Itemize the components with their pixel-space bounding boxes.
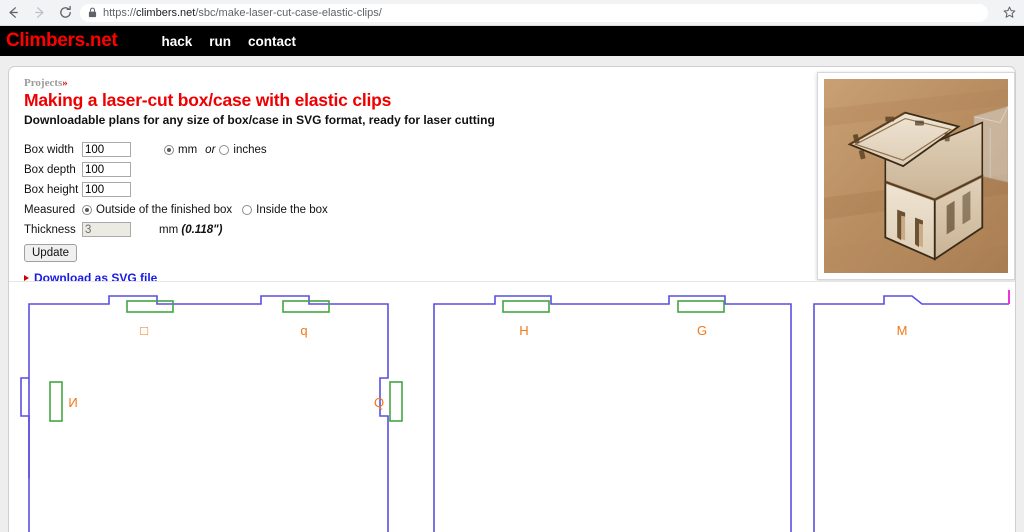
panel-3-label-1: M [897, 323, 908, 338]
plan-panel-2: H G [433, 295, 792, 532]
panel-2-cut-outline [433, 295, 792, 532]
thickness-input[interactable] [82, 222, 131, 237]
lock-icon [88, 7, 97, 18]
site-navbar: Climbers.net hack run contact [0, 26, 1024, 56]
laser-plan-preview[interactable]: □ q И Q H G M [9, 281, 1015, 532]
nav-item-run[interactable]: run [209, 34, 231, 49]
panel-1-slot-right [389, 381, 403, 422]
plan-panel-3: M [813, 295, 1009, 532]
laser-plan-svg: □ q И Q H G M [20, 290, 1010, 532]
unit-label-inches: inches [233, 143, 267, 156]
panel-1-label-1: □ [140, 323, 148, 338]
breadcrumb-chevron-icon: » [62, 77, 68, 89]
unit-label-mm: mm [178, 143, 198, 156]
thickness-unit-mm: mm [159, 223, 179, 236]
reload-icon [59, 5, 71, 18]
unit-radio-mm[interactable] [164, 144, 174, 155]
measured-label-inside: Inside the box [256, 203, 328, 216]
unit-or-label: or [205, 143, 216, 156]
panel-1-left-notch [20, 377, 30, 532]
content-inner: Projects» Making a laser-cut box/case wi… [9, 67, 1015, 532]
panel-2-label-2: G [697, 323, 707, 338]
nav-item-hack[interactable]: hack [162, 34, 193, 49]
address-bar[interactable]: https://climbers.net/sbc/make-laser-cut-… [80, 3, 988, 22]
url-scheme: https:// [103, 6, 137, 19]
forward-button[interactable] [26, 0, 52, 26]
panel-1-slot-left [49, 381, 63, 422]
nav-item-contact[interactable]: contact [248, 34, 296, 49]
project-photo-frame [817, 72, 1015, 280]
box-depth-input[interactable] [82, 162, 131, 177]
site-brand[interactable]: Climbers.net [6, 30, 118, 52]
panel-1-cut-outline [28, 295, 389, 532]
panel-2-slot-top-left [502, 300, 550, 313]
measured-label: Measured [24, 203, 76, 216]
measured-radio-group: Outside of the finished box Inside the b… [82, 204, 332, 216]
back-arrow-icon [8, 7, 18, 18]
panel-1-label-2: q [300, 323, 307, 338]
back-button[interactable] [0, 0, 26, 26]
bookmark-star-icon [1003, 6, 1015, 18]
url-path: /sbc/make-laser-cut-case-elastic-clips/ [195, 6, 382, 19]
breadcrumb-item-projects[interactable]: Projects [24, 77, 62, 89]
panel-1-label-3: И [68, 395, 77, 410]
measured-radio-inside[interactable] [242, 204, 253, 215]
box-height-label: Box height [24, 183, 79, 196]
unit-radio-group: mm or inches [164, 144, 271, 156]
panel-3-cut-outline [813, 295, 1009, 532]
browser-toolbar: https://climbers.net/sbc/make-laser-cut-… [0, 0, 1024, 26]
url-host: climbers.net [136, 6, 196, 19]
measured-label-outside: Outside of the finished box [96, 203, 233, 216]
update-button[interactable]: Update [24, 244, 78, 262]
box-width-input[interactable] [82, 142, 131, 157]
box-height-input[interactable] [82, 182, 131, 197]
content-card: Projects» Making a laser-cut box/case wi… [8, 66, 1016, 532]
thickness-unit-text: mm (0.118") [159, 224, 222, 236]
laser-cut-box-photo-illustration [824, 79, 1008, 273]
bookmark-button[interactable] [994, 0, 1024, 26]
panel-1-slot-top-right [282, 300, 330, 313]
unit-radio-inches[interactable] [219, 144, 230, 155]
thickness-unit-inches: (0.118") [181, 223, 223, 236]
reload-button[interactable] [52, 0, 78, 26]
plan-panel-1: □ q И Q [20, 295, 403, 532]
panel-1-label-4: Q [374, 395, 384, 410]
panel-2-label-1: H [519, 323, 528, 338]
project-photo [824, 79, 1008, 273]
box-width-label: Box width [24, 143, 74, 156]
box-depth-label: Box depth [24, 163, 76, 176]
url-text: https://climbers.net/sbc/make-laser-cut-… [103, 4, 382, 22]
panel-2-slot-top-right [677, 300, 725, 313]
measured-radio-outside[interactable] [82, 204, 92, 215]
panel-1-slot-top-left [126, 300, 174, 313]
thickness-label: Thickness [24, 223, 76, 236]
page-background: Projects» Making a laser-cut box/case wi… [0, 56, 1024, 532]
forward-arrow-icon [34, 7, 44, 18]
